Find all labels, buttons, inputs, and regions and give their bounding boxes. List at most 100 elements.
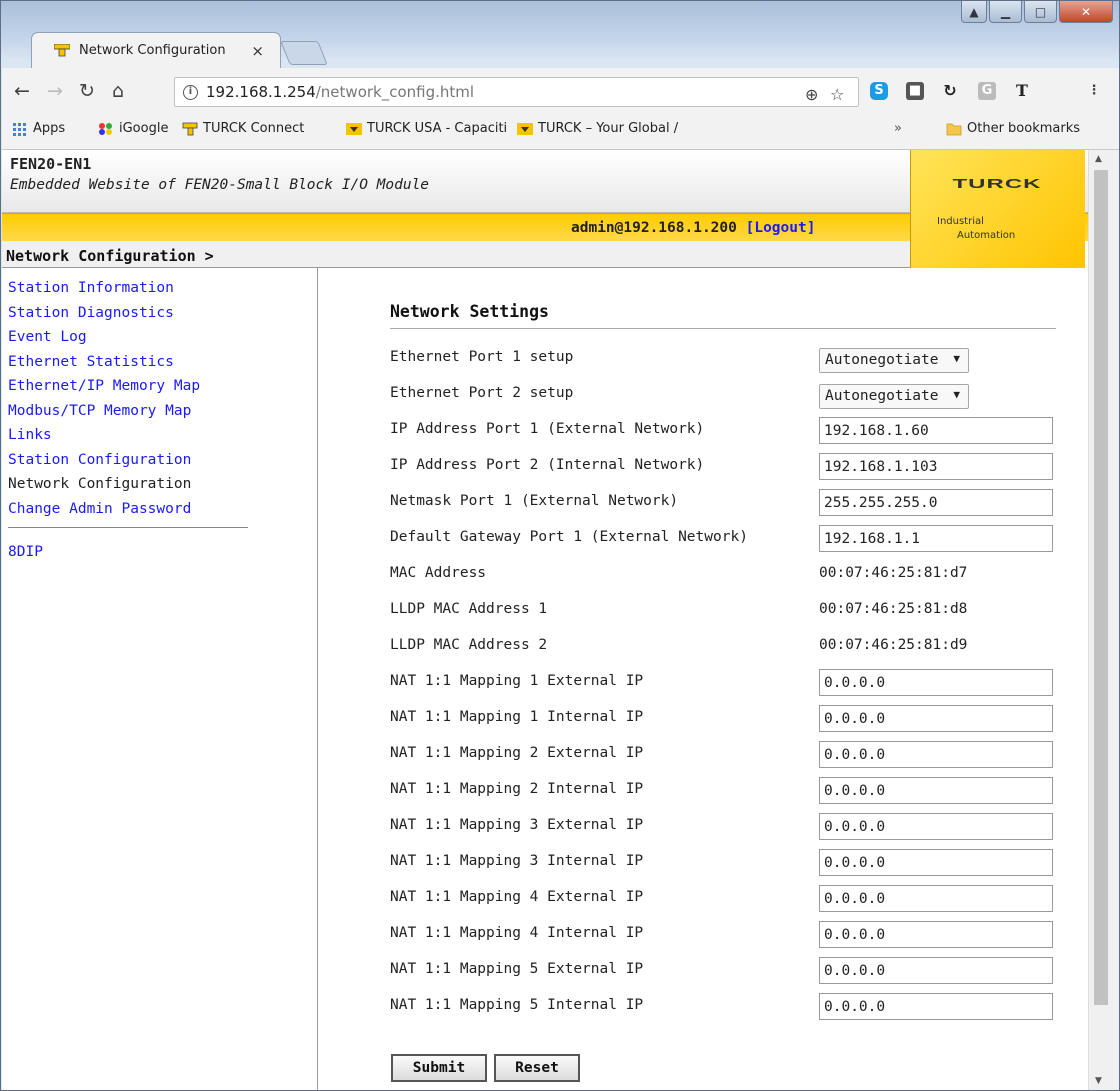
select-value: Autonegotiate — [825, 352, 939, 368]
nat-1-1-mapping-3-internal-ip-input[interactable]: 0.0.0.0 — [819, 849, 1053, 876]
browser-tab[interactable]: Network Configuration × — [31, 32, 281, 68]
select-value: Autonegotiate — [825, 388, 939, 404]
netmask-port-1-external-network-input[interactable]: 255.255.255.0 — [819, 489, 1053, 516]
nat-1-1-mapping-2-external-ip-input[interactable]: 0.0.0.0 — [819, 741, 1053, 768]
nat-1-1-mapping-1-internal-ip-input[interactable]: 0.0.0.0 — [819, 705, 1053, 732]
home-icon[interactable]: ⌂ — [112, 82, 124, 101]
ip-address-port-2-internal-network-input[interactable]: 192.168.1.103 — [819, 453, 1053, 480]
forward-icon[interactable]: → — [47, 82, 63, 101]
ethernet-port-1-setup-select[interactable]: Autonegotiate ▼ — [819, 348, 969, 373]
sidebar-item-station-information[interactable]: Station Information — [8, 280, 317, 305]
url-host: 192.168.1.254 — [206, 83, 316, 101]
title-bar — [1, 1, 1119, 35]
sidebar-item-station-configuration[interactable]: Station Configuration — [8, 452, 317, 477]
other-bookmarks[interactable]: Other bookmarks — [946, 121, 1080, 136]
window-controls: ▲ ▁ □ ✕ — [961, 1, 1113, 23]
field-label-nat-1-1-mapping-4-external-ip: NAT 1:1 Mapping 4 External IP — [390, 889, 644, 905]
browser-toolbar: ← → ↻ ⌂ i 192.168.1.254/network_config.h… — [2, 68, 1119, 150]
minimize-icon[interactable]: ▁ — [989, 1, 1022, 23]
bookmarks-bar: Apps iGoogle TURCK Connect TURCK USA - C… — [2, 115, 1119, 145]
dropdown-arrow-icon: ▼ — [953, 352, 960, 365]
field-label-nat-1-1-mapping-1-external-ip: NAT 1:1 Mapping 1 External IP — [390, 673, 644, 689]
bookmarks-overflow[interactable]: » — [894, 121, 902, 136]
field-label-nat-1-1-mapping-3-internal-ip: NAT 1:1 Mapping 3 Internal IP — [390, 853, 644, 869]
logo-tagline-1: Industrial — [937, 216, 984, 227]
bookmark-label: TURCK USA - Capaciti — [367, 121, 508, 136]
sync-icon[interactable]: ↻ — [941, 82, 959, 100]
field-label-netmask-port-1-external-network: Netmask Port 1 (External Network) — [390, 493, 679, 509]
field-label-nat-1-1-mapping-2-internal-ip: NAT 1:1 Mapping 2 Internal IP — [390, 781, 644, 797]
extension-square-icon[interactable]: ■ — [906, 82, 924, 100]
sidebar-item-links[interactable]: Links — [8, 427, 317, 452]
nat-1-1-mapping-1-external-ip-input[interactable]: 0.0.0.0 — [819, 669, 1053, 696]
close-window-icon[interactable]: ✕ — [1059, 1, 1113, 23]
bookmark-turck-connect[interactable]: TURCK Connect — [182, 121, 304, 136]
bookmark-turck-usa[interactable]: TURCK USA - Capaciti — [346, 121, 507, 136]
new-tab-button[interactable] — [280, 41, 328, 65]
bookmark-igoogle[interactable]: iGoogle — [98, 121, 168, 136]
igoogle-icon — [98, 122, 114, 136]
reload-icon[interactable]: ↻ — [79, 82, 95, 101]
product-subtitle: Embedded Website of FEN20-Small Block I/… — [10, 177, 430, 193]
nat-1-1-mapping-4-internal-ip-input[interactable]: 0.0.0.0 — [819, 921, 1053, 948]
default-gateway-port-1-external-network-input[interactable]: 192.168.1.1 — [819, 525, 1053, 552]
submit-button[interactable]: Submit — [391, 1054, 487, 1082]
nat-1-1-mapping-3-external-ip-input[interactable]: 0.0.0.0 — [819, 813, 1053, 840]
sidebar-item-modbus-tcp-memory-map[interactable]: Modbus/TCP Memory Map — [8, 403, 317, 428]
zoom-icon[interactable]: ⊕ — [805, 85, 818, 104]
scrollbar-thumb[interactable] — [1094, 170, 1108, 1005]
user-icon[interactable]: ▲ — [961, 1, 987, 23]
sidebar-item-ethernet-statistics[interactable]: Ethernet Statistics — [8, 354, 317, 379]
folder-icon — [946, 122, 962, 136]
back-icon[interactable]: ← — [14, 82, 30, 101]
ip-address-port-1-external-network-input[interactable]: 192.168.1.60 — [819, 417, 1053, 444]
mac-address-value: 00:07:46:25:81:d7 — [819, 565, 968, 581]
sidebar-item-network-configuration: Network Configuration — [8, 476, 192, 492]
field-label-nat-1-1-mapping-5-internal-ip: NAT 1:1 Mapping 5 Internal IP — [390, 997, 644, 1013]
field-label-mac-address: MAC Address — [390, 565, 487, 581]
nat-1-1-mapping-5-external-ip-input[interactable]: 0.0.0.0 — [819, 957, 1053, 984]
url-path: /network_config.html — [315, 83, 475, 101]
logout-link[interactable]: [Logout] — [746, 220, 816, 236]
bookmark-label: iGoogle — [119, 121, 169, 136]
sidebar-item-station-diagnostics[interactable]: Station Diagnostics — [8, 305, 317, 330]
menu-kebab-icon[interactable]: ⋮ — [1085, 82, 1103, 100]
section-title: Network Settings — [390, 302, 549, 321]
t-extension-icon[interactable]: T — [1013, 82, 1031, 100]
reset-button[interactable]: Reset — [494, 1054, 580, 1082]
field-label-nat-1-1-mapping-3-external-ip: NAT 1:1 Mapping 3 External IP — [390, 817, 644, 833]
field-label-nat-1-1-mapping-2-external-ip: NAT 1:1 Mapping 2 External IP — [390, 745, 644, 761]
lldp-mac-address-1-value: 00:07:46:25:81:d8 — [819, 601, 968, 617]
tab-close-icon[interactable]: × — [251, 42, 264, 60]
skype-icon[interactable]: S — [870, 82, 888, 100]
bookmark-turck-global[interactable]: TURCK – Your Global / — [517, 121, 678, 136]
dropdown-arrow-icon: ▼ — [953, 388, 960, 401]
sidebar-item-event-log[interactable]: Event Log — [8, 329, 317, 354]
field-label-ethernet-port-1-setup: Ethernet Port 1 setup — [390, 349, 574, 365]
bookmark-label: TURCK – Your Global / — [538, 121, 679, 136]
scroll-down-icon[interactable]: ▼ — [1095, 1076, 1102, 1086]
turck-usa-icon — [346, 122, 362, 136]
section-divider — [390, 328, 1056, 329]
sidebar-item-change-admin-password[interactable]: Change Admin Password — [8, 501, 317, 526]
bookmark-apps[interactable]: Apps — [12, 121, 65, 136]
sidebar-divider — [8, 527, 248, 528]
tab-title: Network Configuration — [79, 43, 226, 58]
g-extension-icon[interactable]: G — [978, 82, 996, 100]
maximize-icon[interactable]: □ — [1024, 1, 1057, 23]
nat-1-1-mapping-5-internal-ip-input[interactable]: 0.0.0.0 — [819, 993, 1053, 1020]
scroll-up-icon[interactable]: ▲ — [1095, 154, 1102, 164]
info-icon[interactable]: i — [183, 84, 198, 100]
field-label-lldp-mac-address-1: LLDP MAC Address 1 — [390, 601, 548, 617]
address-bar[interactable]: i 192.168.1.254/network_config.html ⊕ ☆ — [174, 77, 859, 107]
nat-1-1-mapping-4-external-ip-input[interactable]: 0.0.0.0 — [819, 885, 1053, 912]
sidebar-item-ethernet-ip-memory-map[interactable]: Ethernet/IP Memory Map — [8, 378, 317, 403]
web-page: FEN20-EN1 Embedded Website of FEN20-Smal… — [2, 150, 1088, 1090]
sidebar-item-8dip[interactable]: 8DIP — [8, 544, 317, 569]
bookmark-star-icon[interactable]: ☆ — [830, 85, 844, 104]
vertical-scrollbar[interactable]: ▲ ▼ — [1088, 150, 1119, 1090]
nat-1-1-mapping-2-internal-ip-input[interactable]: 0.0.0.0 — [819, 777, 1053, 804]
field-label-nat-1-1-mapping-4-internal-ip: NAT 1:1 Mapping 4 Internal IP — [390, 925, 644, 941]
ethernet-port-2-setup-select[interactable]: Autonegotiate ▼ — [819, 384, 969, 409]
field-label-nat-1-1-mapping-5-external-ip: NAT 1:1 Mapping 5 External IP — [390, 961, 644, 977]
